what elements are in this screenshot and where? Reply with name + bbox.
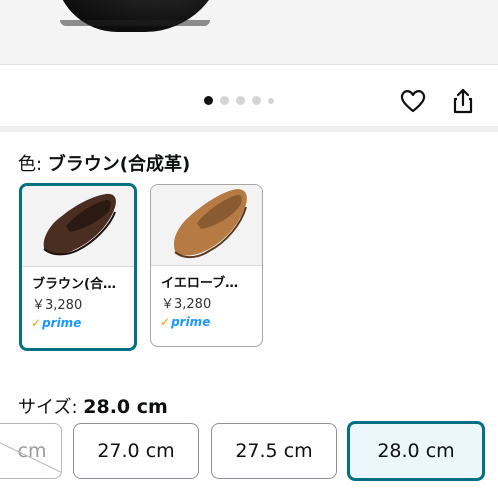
carousel-dot[interactable] (204, 96, 213, 105)
favorite-button[interactable] (398, 86, 428, 116)
color-label-prefix: 色: (18, 154, 48, 175)
color-label: 色: ブラウン(合成革) (18, 150, 190, 176)
prime-label: prime (171, 315, 211, 329)
size-option-label: 27.5 cm (235, 440, 313, 462)
prime-badge: ✓prime (160, 315, 210, 329)
selected-color: ブラウン(合成革) (47, 154, 191, 175)
size-option-unavailable[interactable]: cm (0, 423, 62, 479)
size-label-prefix: サイズ: (18, 397, 84, 418)
unavailable-strike (0, 442, 61, 473)
color-option-brown[interactable]: ブラウン(合… ￥3,280 ✓prime (19, 183, 137, 351)
swatch-price: ￥3,280 (32, 298, 83, 313)
tan-loafer-image (173, 189, 247, 259)
carousel-dot[interactable] (252, 96, 261, 105)
size-option-28-0[interactable]: 28.0 cm (347, 421, 485, 481)
share-icon (453, 88, 473, 114)
carousel-dot[interactable] (268, 97, 274, 104)
selected-size: 28.0 cm (83, 396, 168, 418)
prime-check-icon: ✓ (31, 316, 42, 330)
carousel-dot[interactable] (220, 96, 229, 105)
size-option-27-5[interactable]: 27.5 cm (211, 423, 337, 479)
prime-check-icon: ✓ (160, 315, 171, 329)
swatch-price: ￥3,280 (161, 297, 212, 312)
shoe-photo (55, 0, 225, 32)
hero-divider (0, 64, 498, 65)
image-carousel-indicator[interactable] (204, 96, 274, 105)
swatch-separator (151, 265, 262, 266)
swatch-image (22, 186, 134, 266)
prime-badge: ✓prime (31, 316, 81, 330)
swatch-name: イエローブ… (161, 276, 239, 291)
swatch-name: ブラウン(合… (32, 277, 116, 292)
swatch-separator (22, 266, 134, 267)
size-label: サイズ: 28.0 cm (18, 393, 168, 419)
heart-icon (400, 90, 426, 113)
size-option-27-0[interactable]: 27.0 cm (73, 423, 199, 479)
brown-loafer-image (43, 193, 116, 256)
section-divider (0, 126, 498, 132)
color-option-yellow-brown[interactable]: イエローブ… ￥3,280 ✓prime (150, 184, 263, 347)
share-button[interactable] (448, 86, 478, 116)
prime-label: prime (42, 316, 82, 330)
product-image[interactable] (0, 0, 498, 64)
swatch-image (151, 185, 262, 265)
size-option-label: 28.0 cm (377, 440, 455, 462)
carousel-dot[interactable] (236, 96, 245, 105)
size-option-label: 27.0 cm (97, 440, 175, 462)
shoe-shadow (60, 20, 210, 26)
